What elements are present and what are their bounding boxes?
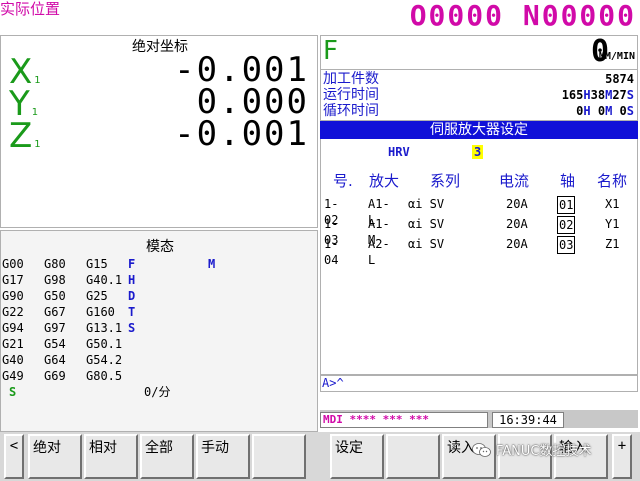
softkey-all[interactable]: 全部 (140, 434, 194, 479)
modal-row: G40 G64 G54.2 (2, 353, 123, 367)
wechat-icon (472, 443, 491, 457)
col-header-amp: 放大 (369, 172, 400, 190)
softkey-blank-2[interactable] (386, 434, 440, 479)
softkey-relative[interactable]: 相对 (84, 434, 138, 479)
clock-display: 16:39:44 (492, 412, 564, 428)
modal-row: G21 G54 G50.1 (2, 337, 123, 351)
command-input-line[interactable]: A>^ (320, 375, 638, 392)
softkey-absolute[interactable]: 绝对 (28, 434, 82, 479)
servo-amp-setting-title: 伺服放大器设定 (320, 121, 638, 139)
program-number: O0000 N00000 (409, 0, 636, 32)
col-header-axis: 轴 (560, 172, 576, 190)
run-time-label: 运行时间 (323, 87, 379, 103)
softkey-setting[interactable]: 设定 (330, 434, 384, 479)
feed-label: F (323, 36, 338, 66)
modal-row: G17 G98 G40.1 H (2, 273, 136, 287)
axis-z-label: Z1 (9, 116, 41, 156)
softkey-prev-button[interactable]: < (4, 434, 24, 479)
cycle-time-label: 循环时间 (323, 103, 379, 119)
run-time-value: 165H38M27S (561, 88, 634, 102)
modal-row: G94 G97 G13.1 S (2, 321, 136, 335)
col-header-series: 系列 (430, 172, 461, 190)
absolute-position-panel: 绝对坐标 X1 -0.001 Y1 0.000 Z1 -0.001 (0, 35, 318, 228)
hrv-value-field[interactable]: 3 (472, 145, 484, 159)
softkey-handle[interactable]: 手动 (196, 434, 250, 479)
modal-row: G22 G67 G160 T (2, 305, 136, 319)
parts-count-value: 5874 (605, 72, 634, 86)
modal-info-panel: 模态 G00 G80 G15 F M G17 G98 G40.1 H G90 G50 G25 D G… (0, 230, 318, 432)
axis-number-field[interactable]: 01 (557, 196, 576, 214)
mode-status: MDI **** *** *** (320, 412, 488, 428)
axis-number-field[interactable]: 03 (557, 236, 576, 254)
modal-row: G49 G69 G80.5 (2, 369, 123, 383)
feed-unit: MM/MIN (598, 51, 635, 62)
col-header-name: 名称 (597, 172, 628, 190)
hrv-label: HRV (388, 145, 410, 159)
col-header-current: 电流 (499, 172, 530, 190)
watermark-text: FANUC数控技术 (496, 444, 592, 459)
modal-gcode-table: G00 G80 G15 F M G17 G98 G40.1 H G90 G50 G25 D G22 G… (2, 256, 215, 400)
screen-title: 实际位置 (0, 0, 61, 18)
axis-number-field[interactable]: 02 (557, 216, 576, 234)
modal-row: G00 G80 G15 F M (2, 257, 216, 271)
modal-row: G90 G50 G25 D (2, 289, 136, 303)
col-header-number: 号. (333, 172, 353, 190)
modal-panel-title: 模态 (146, 239, 174, 255)
softkey-blank-1[interactable] (252, 434, 306, 479)
softkey-next-button[interactable]: + (612, 434, 632, 479)
parts-count-label: 加工件数 (323, 71, 379, 87)
axis-z-value: -0.001 (174, 114, 309, 154)
counters-block: 加工件数 5874 运行时间 165H38M27S 循环时间 0H 0M 0S (321, 69, 637, 121)
cycle-time-value: 0H 0M 0S (576, 104, 634, 118)
modal-row: S 0/分 (9, 385, 171, 399)
